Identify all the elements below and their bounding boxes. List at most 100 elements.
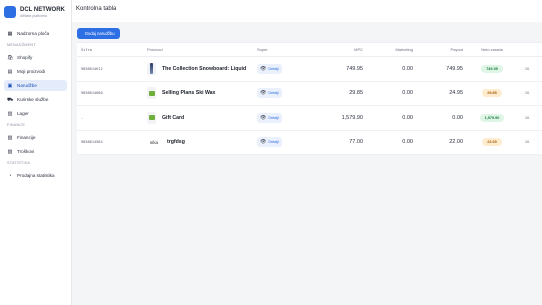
products-icon: ▤ [7, 68, 13, 75]
sidebar: DCL NETWORK Affiliate platforma ▦ Nadzor… [0, 0, 72, 305]
details-button[interactable]: 👁 Detalji [257, 112, 282, 123]
product-name: The Collection Snowboard: Liquid [162, 65, 247, 72]
section-stats: STATISTIKA [7, 161, 31, 165]
cell-super: 👁 Detalji [257, 88, 313, 99]
cell-payout: 749.95 [446, 65, 463, 72]
cell-mpc: 29.85 [349, 90, 363, 97]
col-header-proizvod[interactable]: Proizvod [147, 47, 257, 52]
brand-text: DCL NETWORK Affiliate platforma [20, 7, 65, 18]
brand-title: DCL NETWORK [20, 6, 65, 13]
sidebar-item-label: Nadzorna ploča [17, 31, 50, 36]
cell-marketing: 0.00 [402, 139, 413, 146]
details-label: Detalji [268, 66, 279, 71]
orders-icon: ▣ [7, 82, 13, 89]
finance-icon: ▧ [7, 134, 13, 141]
cell-mpc: 749.95 [346, 65, 363, 72]
sidebar-item-courier[interactable]: ⛟ Kurirske službe [4, 94, 67, 105]
dashboard-icon: ▦ [7, 30, 13, 37]
expenses-icon: ▨ [7, 148, 13, 155]
cell-marketing: 0.00 [402, 90, 413, 97]
table-row[interactable]: 9858614680 Selling Plans Ski Wax 👁 Detal… [77, 82, 542, 106]
section-management: MENADŽMENT [7, 43, 36, 47]
sidebar-item-label: Lager [17, 111, 29, 116]
cell-product: Selling Plans Ski Wax [147, 87, 257, 100]
cell-marketing: 0.00 [402, 65, 413, 72]
cell-extra: 28. [525, 115, 530, 120]
sidebar-item-products[interactable]: ▤ Moji proizvodi [4, 66, 67, 77]
cell-sifra: - [81, 115, 84, 120]
product-thumbnail [147, 87, 156, 100]
sidebar-item-finance[interactable]: ▧ Financije [4, 132, 67, 143]
cell-payout: 22.00 [449, 139, 463, 146]
col-header-sifra[interactable]: Šifra [77, 48, 147, 52]
brand: DCL NETWORK Affiliate platforma [4, 6, 67, 18]
table-row[interactable]: - Gift Card 👁 Detalji 1,579.90 0.00 0.00… [77, 106, 542, 131]
sidebar-item-label: Financije [17, 135, 36, 140]
main-content: Kontrolna tabla Dodaj narudžbu Šifra Pro… [72, 0, 542, 305]
cell-super: 👁 Detalji [257, 137, 313, 148]
col-header-super[interactable]: Super [257, 47, 313, 52]
neto-badge: 29.85 [482, 89, 502, 98]
details-label: Detalji [268, 115, 279, 120]
table-header: Šifra Proizvod Super MPC Marketing Payou… [77, 43, 542, 57]
topbar: Kontrolna tabla [72, 0, 542, 22]
app-root: DCL NETWORK Affiliate platforma ▦ Nadzor… [0, 0, 542, 305]
sidebar-item-label: Troškovi [17, 149, 35, 154]
col-header-neto[interactable]: Neto zarada [463, 47, 521, 52]
cell-extra: 28. [525, 91, 530, 96]
sidebar-item-label: Narudžbe [17, 83, 37, 88]
col-header-payout[interactable]: Payout [413, 47, 463, 52]
product-name: trgfdsg [167, 139, 185, 146]
product-thumbnail [147, 111, 156, 124]
neto-badge: 22.00 [482, 138, 502, 147]
brand-logo-icon [4, 6, 16, 18]
cell-product: Gift Card [147, 111, 257, 124]
sidebar-item-label: Moji proizvodi [17, 69, 46, 74]
sidebar-item-label: Prodajna statistika [17, 173, 55, 178]
eye-icon: 👁 [260, 139, 267, 146]
cell-product: The Collection Snowboard: Liquid [147, 62, 257, 75]
sidebar-item-expenses[interactable]: ▨ Troškovi [4, 146, 67, 157]
details-button[interactable]: 👁 Detalji [257, 137, 282, 148]
cell-product: sika trgfdsg [147, 139, 257, 145]
product-thumbnail: sika [149, 139, 159, 145]
sidebar-item-shopify[interactable]: 🛍 Shopify [4, 52, 67, 63]
warehouse-icon: ▥ [7, 110, 13, 117]
neto-badge: 1,579.90 [479, 113, 505, 122]
brand-subtitle: Affiliate platforma [20, 13, 47, 18]
cell-sifra: 9858614612 [81, 66, 103, 71]
cell-neto: 29.85 [463, 89, 521, 98]
product-name: Selling Plans Ski Wax [162, 90, 216, 97]
neto-badge: 749.95 [481, 64, 503, 73]
sidebar-item-orders[interactable]: ▣ Narudžbe [4, 80, 67, 91]
col-header-marketing[interactable]: Marketing [363, 47, 413, 52]
sidebar-item-label: Shopify [17, 55, 33, 60]
product-name: Gift Card [162, 114, 185, 121]
cell-sifra: 9858614680 [81, 91, 103, 96]
sidebar-item-sales-stats[interactable]: ◔ Prodajna statistika [4, 170, 67, 181]
details-button[interactable]: 👁 Detalji [257, 63, 282, 74]
table-row[interactable]: 9858614584 sika trgfdsg 👁 Detalji 77.00 … [77, 131, 542, 155]
add-order-button[interactable]: Dodaj narudžbu [77, 28, 120, 39]
cell-mpc: 77.00 [349, 139, 363, 146]
cell-neto: 749.95 [463, 64, 521, 73]
cell-mpc: 1,579.90 [341, 114, 363, 121]
details-label: Detalji [268, 140, 279, 145]
table-row[interactable]: 9858614612 The Collection Snowboard: Liq… [77, 57, 542, 82]
eye-icon: 👁 [260, 90, 267, 97]
cell-neto: 1,579.90 [463, 113, 521, 122]
cell-super: 👁 Detalji [257, 63, 313, 74]
col-header-mpc[interactable]: MPC [313, 47, 363, 52]
sidebar-item-warehouse[interactable]: ▥ Lager [4, 108, 67, 119]
cell-marketing: 0.00 [402, 114, 413, 121]
sidebar-item-dashboard[interactable]: ▦ Nadzorna ploča [4, 28, 67, 39]
details-button[interactable]: 👁 Detalji [257, 88, 282, 99]
courier-icon: ⛟ [7, 96, 14, 103]
page-title: Kontrolna tabla [76, 6, 117, 12]
section-finance: FINANCE [7, 123, 26, 127]
details-label: Detalji [268, 91, 279, 96]
sidebar-item-label: Kurirske službe [17, 97, 49, 102]
eye-icon: 👁 [260, 65, 267, 72]
cell-extra: 28. [525, 66, 530, 71]
orders-table: Šifra Proizvod Super MPC Marketing Payou… [77, 42, 542, 155]
